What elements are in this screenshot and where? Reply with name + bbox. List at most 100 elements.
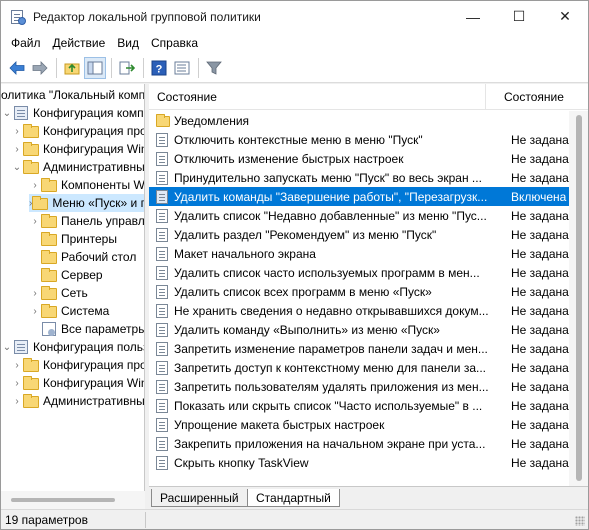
back-arrow-icon[interactable] (6, 57, 28, 79)
tree-item-user-admin-templates[interactable]: › Административные (11, 392, 145, 410)
policy-name: Скрыть кнопку TaskView (174, 455, 309, 470)
policy-icon (156, 246, 170, 261)
chevron-down-icon[interactable]: ⌄ (11, 162, 23, 173)
show-hide-tree-icon[interactable] (84, 57, 106, 79)
tree-item-control-panel[interactable]: › Панель управлен (29, 212, 144, 230)
chevron-right-icon[interactable]: › (11, 378, 23, 389)
chevron-right-icon[interactable]: › (11, 144, 23, 155)
column-header-name[interactable]: Состояние (149, 84, 486, 109)
scrollbar-thumb[interactable] (11, 498, 115, 502)
tree-item-user-windows-settings[interactable]: › Конфигурация Windo (11, 374, 144, 392)
tree-item-label: Конфигурация пользова (33, 340, 144, 354)
tree-item-admin-templates[interactable]: ⌄ Административные (11, 158, 144, 176)
list-item-policy[interactable]: Удалить команду «Выполнить» из меню «Пус… (149, 320, 569, 339)
tree-item-desktop[interactable]: Рабочий стол (29, 248, 136, 266)
title-bar[interactable]: Редактор локальной групповой политики — … (1, 1, 588, 32)
tree-item-windows-settings[interactable]: › Конфигурация Windo (11, 140, 144, 158)
list-item-policy[interactable]: Скрыть кнопку TaskView Не задана (149, 453, 569, 472)
list-item-policy[interactable]: Отключить изменение быстрых настроек Не … (149, 149, 569, 168)
list-item-policy[interactable]: Закрепить приложения на начальном экране… (149, 434, 569, 453)
export-list-icon[interactable] (116, 57, 138, 79)
group-policy-app-icon (10, 9, 26, 25)
list-item-policy[interactable]: Удалить список часто используемых програ… (149, 263, 569, 282)
tab-extended[interactable]: Расширенный (151, 489, 248, 507)
tree-item-system[interactable]: › Система (29, 302, 109, 320)
folder-icon (23, 376, 39, 390)
tree-item-start-menu[interactable]: › Меню «Пуск» и п (29, 194, 144, 212)
chevron-right-icon[interactable]: › (11, 396, 23, 407)
properties-icon[interactable] (171, 57, 193, 79)
list-item-policy[interactable]: Запретить доступ к контекстному меню для… (149, 358, 569, 377)
list-item-policy[interactable]: Отключить контекстные меню в меню "Пуск"… (149, 130, 569, 149)
help-icon[interactable]: ? (148, 57, 170, 79)
list-item-policy[interactable]: Удалить список "Недавно добавленные" из … (149, 206, 569, 225)
tree-horizontal-scrollbar[interactable] (1, 491, 145, 509)
policy-name: Отключить контекстные меню в меню "Пуск" (174, 132, 423, 147)
tree-pane[interactable]: олитика "Локальный комп ⌄ Конфигурация к… (1, 84, 145, 509)
list-item-folder[interactable]: Уведомления (149, 111, 569, 130)
list-item-policy[interactable]: Запретить изменение параметров панели за… (149, 339, 569, 358)
chevron-right-icon[interactable]: › (29, 216, 41, 227)
policy-state: Не задана (511, 246, 569, 261)
tree-item-user-config[interactable]: ⌄ Конфигурация пользова (1, 338, 144, 356)
policy-name: Закрепить приложения на начальном экране… (174, 436, 486, 451)
policy-name: Удалить список всех программ в меню «Пус… (174, 284, 432, 299)
maximize-button[interactable]: ☐ (496, 1, 542, 32)
menu-view[interactable]: Вид (111, 36, 145, 50)
list-item-policy[interactable]: Упрощение макета быстрых настроек Не зад… (149, 415, 569, 434)
policy-name: Уведомления (174, 113, 250, 128)
tab-label: Расширенный (160, 490, 239, 505)
chevron-right-icon[interactable]: › (11, 360, 23, 371)
filter-icon[interactable] (203, 57, 225, 79)
policy-state: Не задана (511, 265, 569, 280)
folder-icon (41, 268, 57, 282)
chevron-down-icon[interactable]: ⌄ (1, 342, 13, 353)
list-item-policy[interactable]: Удалить список всех программ в меню «Пус… (149, 282, 569, 301)
resize-grip-icon[interactable] (575, 516, 585, 526)
tree-item-all-settings[interactable]: Все параметры (29, 320, 144, 338)
chevron-right-icon[interactable]: › (11, 126, 23, 137)
policy-name: Макет начального экрана (174, 246, 316, 261)
menu-action[interactable]: Действие (47, 36, 112, 50)
close-button[interactable]: ✕ (542, 1, 588, 32)
list-vertical-scrollbar[interactable] (569, 111, 588, 486)
folder-icon (41, 178, 57, 192)
tree-item-label: Сеть (61, 286, 88, 300)
tree-item-computer-config[interactable]: ⌄ Конфигурация компьютера (1, 104, 144, 122)
tree-item-server[interactable]: Сервер (29, 266, 103, 284)
list-item-policy[interactable]: Показать или скрыть список "Часто исполь… (149, 396, 569, 415)
policy-state: Не задана (511, 303, 569, 318)
tree-item-user-software-settings[interactable]: › Конфигурация прогр (11, 356, 144, 374)
scrollbar-thumb[interactable] (576, 115, 582, 481)
forward-arrow-icon[interactable] (29, 57, 51, 79)
up-folder-icon[interactable] (61, 57, 83, 79)
window-controls: — ☐ ✕ (450, 1, 588, 32)
policy-name: Удалить команду «Выполнить» из меню «Пус… (174, 322, 440, 337)
tree-item-printers[interactable]: Принтеры (29, 230, 117, 248)
policy-state: Не задана (511, 455, 569, 470)
list-item-policy[interactable]: Принудительно запускать меню "Пуск" во в… (149, 168, 569, 187)
tree-item-windows-components[interactable]: › Компоненты Wind (29, 176, 144, 194)
tree-item-software-settings[interactable]: › Конфигурация прогр (11, 122, 144, 140)
settings-list[interactable]: Состояние Состояние Уведомления Отключит… (149, 84, 588, 486)
list-item-policy[interactable]: Запретить пользователям удалять приложен… (149, 377, 569, 396)
policy-icon (156, 455, 170, 470)
list-item-policy[interactable]: Не хранить сведения о недавно открывавши… (149, 301, 569, 320)
tree-item-label: Административные (43, 394, 145, 408)
menu-help[interactable]: Справка (145, 36, 204, 50)
minimize-button[interactable]: — (450, 1, 496, 32)
column-header-state[interactable]: Состояние (486, 84, 564, 109)
chevron-down-icon[interactable]: ⌄ (1, 108, 13, 119)
tree-item-root[interactable]: олитика "Локальный комп (1, 86, 144, 104)
policy-name: Упрощение макета быстрых настроек (174, 417, 385, 432)
menu-file[interactable]: Файл (5, 36, 47, 50)
chevron-right-icon[interactable]: › (29, 180, 41, 191)
chevron-right-icon[interactable]: › (29, 306, 41, 317)
tab-standard[interactable]: Стандартный (247, 489, 340, 507)
list-item-policy-selected[interactable]: Удалить команды "Завершение работы", "Пе… (149, 187, 569, 206)
user-config-icon (13, 340, 29, 354)
tree-item-network[interactable]: › Сеть (29, 284, 88, 302)
chevron-right-icon[interactable]: › (29, 288, 41, 299)
list-item-policy[interactable]: Макет начального экрана Не задана (149, 244, 569, 263)
list-item-policy[interactable]: Удалить раздел "Рекомендуем" из меню "Пу… (149, 225, 569, 244)
